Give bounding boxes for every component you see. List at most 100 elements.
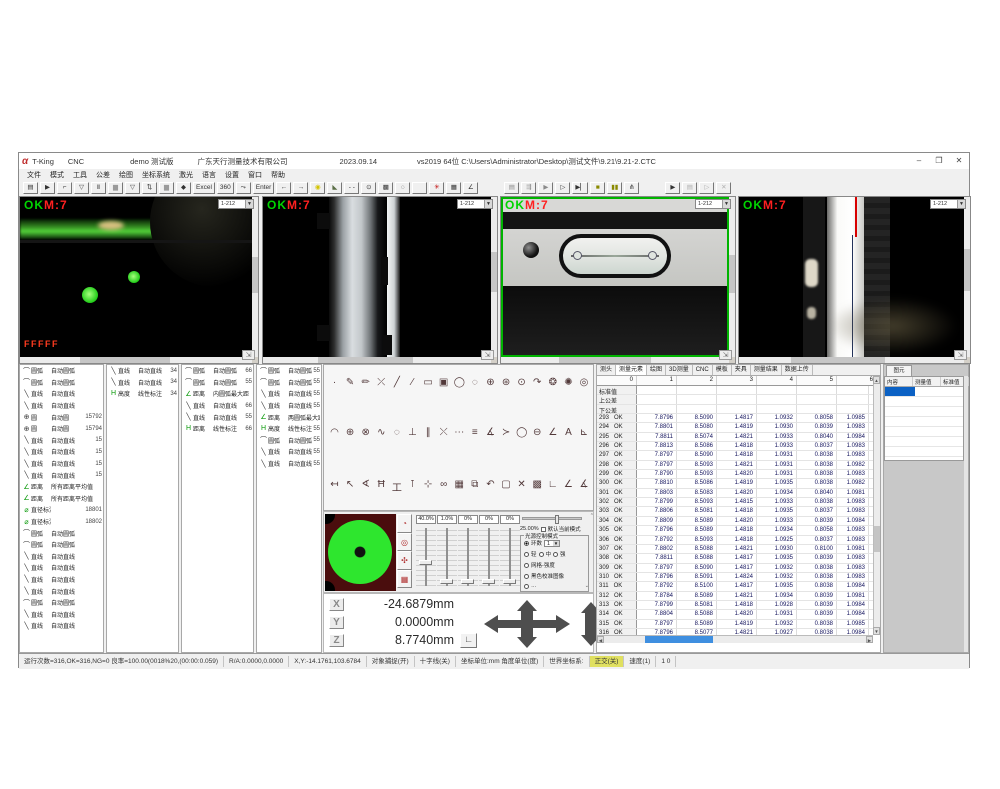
ring-light-indicator[interactable] [325, 514, 396, 591]
list-item[interactable]: ╲ 直线 自动直线 [20, 400, 103, 412]
slider-thumb[interactable] [461, 579, 474, 584]
result-row[interactable]: 298OK 7.8797 8.5093 1.4821 1.0931 0.8038… [597, 461, 873, 470]
camera-view-2[interactable]: OKM:7 1-212▼ ⇲ [262, 196, 498, 364]
measure-tool-icon[interactable]: ↖ [345, 479, 356, 494]
measure-tool-icon[interactable]: ⊥ [407, 427, 418, 438]
toolbar-button[interactable]: ▷ [555, 182, 570, 194]
element-row[interactable] [885, 397, 963, 407]
slider-track[interactable] [416, 526, 436, 588]
menu-item[interactable]: 模式 [50, 170, 64, 180]
camera-2-resize-icon[interactable]: ⇲ [481, 350, 494, 360]
element-tab[interactable]: 图元 [886, 365, 912, 376]
element-row[interactable] [885, 437, 963, 447]
toolbar-button[interactable]: ⇶ [521, 182, 536, 194]
toolbar-button[interactable]: ▤ [682, 182, 697, 194]
slider-thumb[interactable] [419, 560, 432, 565]
camera-3-resize-icon[interactable]: ⇲ [719, 350, 732, 360]
light-quadrant-button[interactable]: ✣ [397, 551, 412, 570]
toolbar-button[interactable]: ▆ [108, 182, 123, 194]
element-row[interactable] [885, 427, 963, 437]
measure-tool-icon[interactable]: ⊙ [516, 377, 527, 388]
list-item[interactable]: ╲ 直线 自动直线 55 [257, 388, 321, 400]
camera-3-hscrollbar[interactable] [501, 357, 729, 363]
scrollbar-thumb[interactable] [874, 526, 880, 552]
light-pattern-button[interactable]: ▦ [397, 570, 412, 589]
list-item[interactable]: H 距离 线性标注 66 [182, 423, 253, 435]
list-item[interactable]: ╲ 直线 自动直线 [20, 574, 103, 586]
black-calib-radio[interactable] [524, 574, 529, 579]
measure-tool-icon[interactable]: ≻ [501, 427, 512, 438]
toolbar-button[interactable]: ▦ [446, 182, 461, 194]
measure-tool-icon[interactable]: ⊕ [345, 427, 356, 438]
list-item[interactable]: ╲ 直线 自动直线 55 [257, 446, 321, 458]
column-header[interactable]: 5 [797, 376, 837, 385]
result-row[interactable]: 293OK 7.8796 8.5090 1.4817 1.0932 0.8058… [597, 414, 873, 423]
list-item[interactable]: ∠ 距离 所有距离平均值 [20, 493, 103, 505]
scroll-down-icon[interactable]: ⌄ [585, 583, 589, 589]
toolbar-button[interactable]: ▶▏ [572, 182, 588, 194]
column-header[interactable]: 2 [677, 376, 717, 385]
jog-cross-arrows[interactable] [482, 600, 574, 648]
light-rings-button[interactable]: ◎ [397, 533, 412, 552]
list-item[interactable]: ∠ 距离 两圆弧最大距 [257, 411, 321, 423]
tolerance-row[interactable]: 上公差 [597, 395, 873, 404]
toolbar-button[interactable]: ▤ [23, 182, 38, 194]
toolbar-button[interactable]: ▤ [504, 182, 519, 194]
list-item[interactable]: ⌒ 圆弧 自动圆弧 66 [182, 365, 253, 377]
camera-3-vscrollbar[interactable] [729, 197, 735, 357]
result-row[interactable]: 295OK 7.8811 8.5074 1.4821 1.0933 0.8040… [597, 433, 873, 442]
element-row[interactable] [885, 407, 963, 417]
toolbar-button[interactable]: ◆ [176, 182, 191, 194]
camera-3-range-dropdown[interactable]: 1-212▼ [695, 199, 731, 209]
toolbar-button[interactable]: ■ [590, 182, 605, 194]
toolbar-button[interactable]: ← [276, 182, 291, 194]
table-tab[interactable]: 绘图 [647, 365, 666, 375]
measure-tool-icon[interactable]: ⋯ [454, 427, 465, 438]
list-item[interactable]: ╲ 直线 自动直线 [20, 620, 103, 632]
level-low-radio[interactable] [524, 552, 529, 557]
list-item[interactable]: ╲ 直线 自动直线 15 [20, 446, 103, 458]
toolbar-button[interactable]: ◉ [310, 182, 325, 194]
toolbar-button[interactable]: ◣ [327, 182, 342, 194]
measure-tool-icon[interactable]: ▭ [423, 377, 434, 388]
measure-tool-icon[interactable]: ≡ [469, 427, 480, 438]
measure-tool-icon[interactable]: ∞ [438, 479, 449, 494]
camera-4-range-dropdown[interactable]: 1-212▼ [930, 199, 966, 209]
slider-track[interactable] [500, 526, 520, 588]
measure-tool-icon[interactable]: ◯ [454, 377, 465, 388]
measure-tool-icon[interactable]: ↶ [485, 479, 496, 494]
slider-track[interactable] [479, 526, 499, 588]
column-header[interactable]: 0 [597, 376, 637, 385]
list-item[interactable]: ╲ 直线 自动直线 34 [107, 377, 178, 389]
scroll-left-icon[interactable]: ◀ [597, 636, 604, 643]
measure-tool-icon[interactable]: ∠ [547, 427, 558, 438]
maximize-button[interactable]: ❐ [929, 154, 949, 168]
table-tab[interactable]: 测量元素 [616, 365, 647, 375]
result-row[interactable]: 309OK 7.8797 8.5090 1.4817 1.0932 0.8038… [597, 564, 873, 573]
slider-thumb[interactable] [440, 579, 453, 584]
list-item[interactable]: ∠ 距离 内圆弧最大距 [182, 388, 253, 400]
camera-4-vscrollbar[interactable] [964, 197, 970, 357]
camera-view-4[interactable]: OKM:7 1-212▼ ⇲ [738, 196, 971, 364]
table-hscrollbar[interactable]: ◀ ▶ [597, 635, 873, 643]
measure-tool-icon[interactable]: ⤬ [438, 427, 449, 438]
list-item[interactable]: ╲ 直线 自动直线 [20, 562, 103, 574]
list-item[interactable]: ⌒ 圆弧 自动圆弧 [20, 365, 103, 377]
toolbar-button[interactable]: ⇅ [142, 182, 157, 194]
measure-tool-icon[interactable]: ∡ [485, 427, 496, 438]
measure-tool-icon[interactable]: ∠ [563, 479, 574, 494]
list-item[interactable]: ⊕ 圆 自动圆 15794 [20, 423, 103, 435]
camera-1-resize-icon[interactable]: ⇲ [242, 350, 255, 360]
result-row[interactable]: 294OK 7.8801 8.5080 1.4819 1.0930 0.8039… [597, 423, 873, 432]
measure-tool-icon[interactable]: Ħ [376, 479, 387, 494]
toolbar-button[interactable]: Ⅱ [91, 182, 106, 194]
table-tab[interactable]: 测量结果 [751, 365, 782, 375]
list-item[interactable]: ⌒ 圆弧 自动圆弧 55 [257, 365, 321, 377]
measure-tool-icon[interactable]: ⊗ [360, 427, 371, 438]
close-button[interactable]: ✕ [949, 154, 969, 168]
measure-tool-icon[interactable]: ◌ [469, 377, 480, 388]
level-mid-radio[interactable] [539, 552, 544, 557]
list-item[interactable]: ⌒ 圆弧 自动圆弧 55 [257, 377, 321, 389]
scroll-up-icon[interactable]: ▲ [873, 376, 880, 384]
element-row[interactable] [885, 417, 963, 427]
